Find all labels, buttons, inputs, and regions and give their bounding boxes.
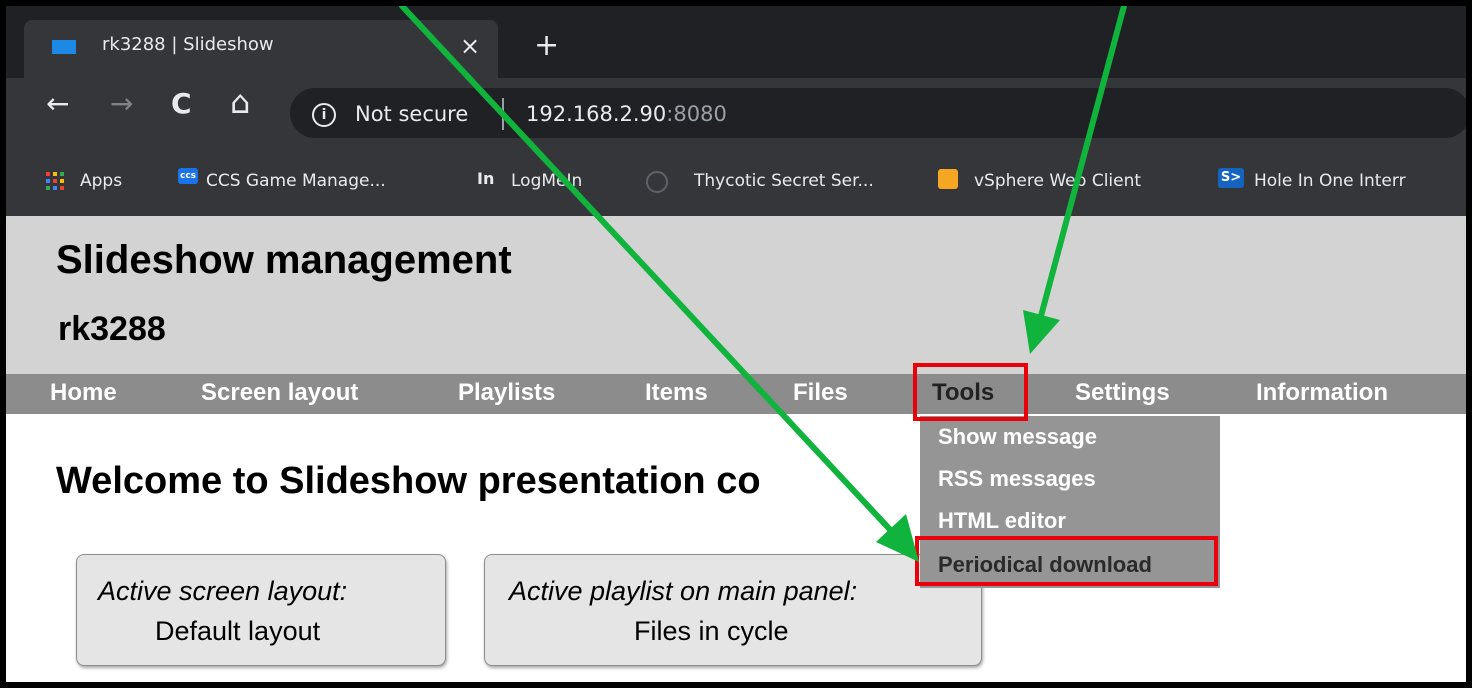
browser-window: rk3288 | Slideshow × + ← → C ⌂ i Not sec…	[0, 0, 1472, 688]
annotation-arrows	[399, 6, 1127, 562]
arrowhead-tools	[1023, 310, 1060, 354]
arrow-to-periodical-download	[399, 6, 899, 539]
arrow-to-tools	[1038, 6, 1127, 319]
